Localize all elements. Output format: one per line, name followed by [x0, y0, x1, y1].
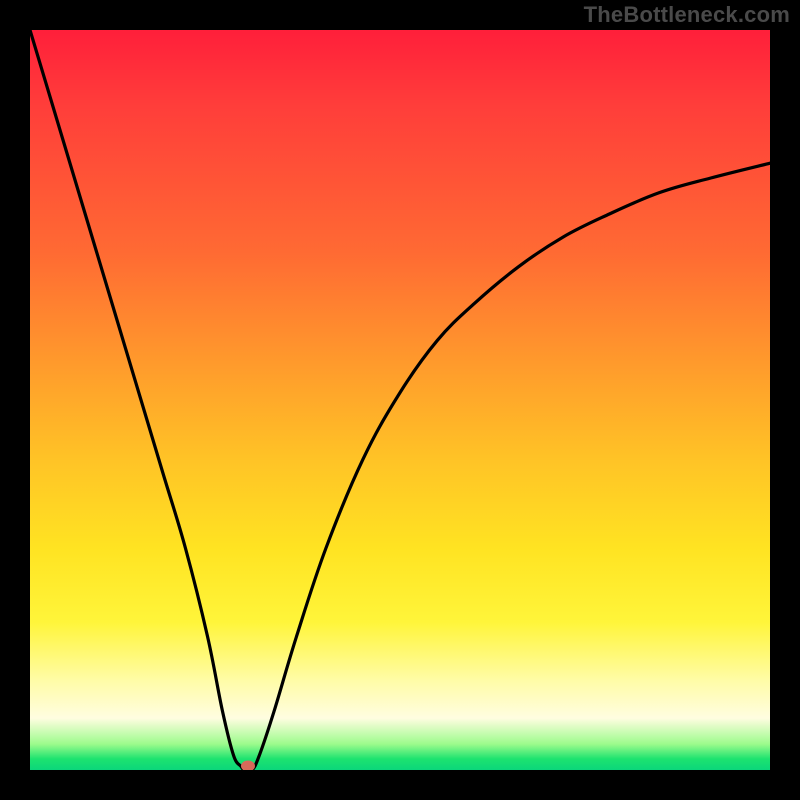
optimal-point-marker — [241, 761, 255, 770]
bottleneck-curve — [30, 30, 770, 770]
plot-area — [30, 30, 770, 770]
chart-frame: TheBottleneck.com — [0, 0, 800, 800]
watermark-text: TheBottleneck.com — [584, 2, 790, 28]
